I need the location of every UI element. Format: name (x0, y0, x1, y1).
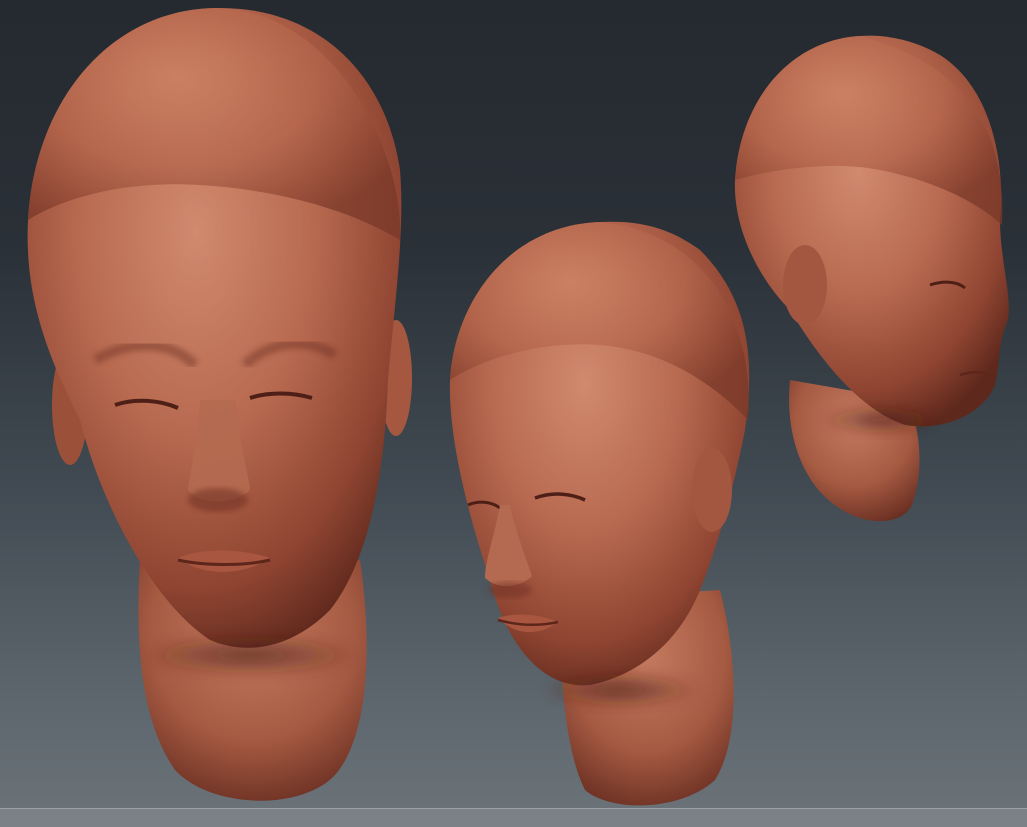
side-ear (783, 245, 827, 325)
head-model-side[interactable] (734, 35, 1009, 522)
viewport-canvas[interactable] (0, 0, 1027, 810)
sculpt-viewport[interactable] (0, 0, 1027, 810)
head-model-front[interactable] (27, 7, 412, 801)
head-model-three-quarter[interactable] (449, 221, 750, 806)
viewport-bottom-bar (0, 808, 1027, 827)
three-quarter-ear (692, 448, 732, 532)
